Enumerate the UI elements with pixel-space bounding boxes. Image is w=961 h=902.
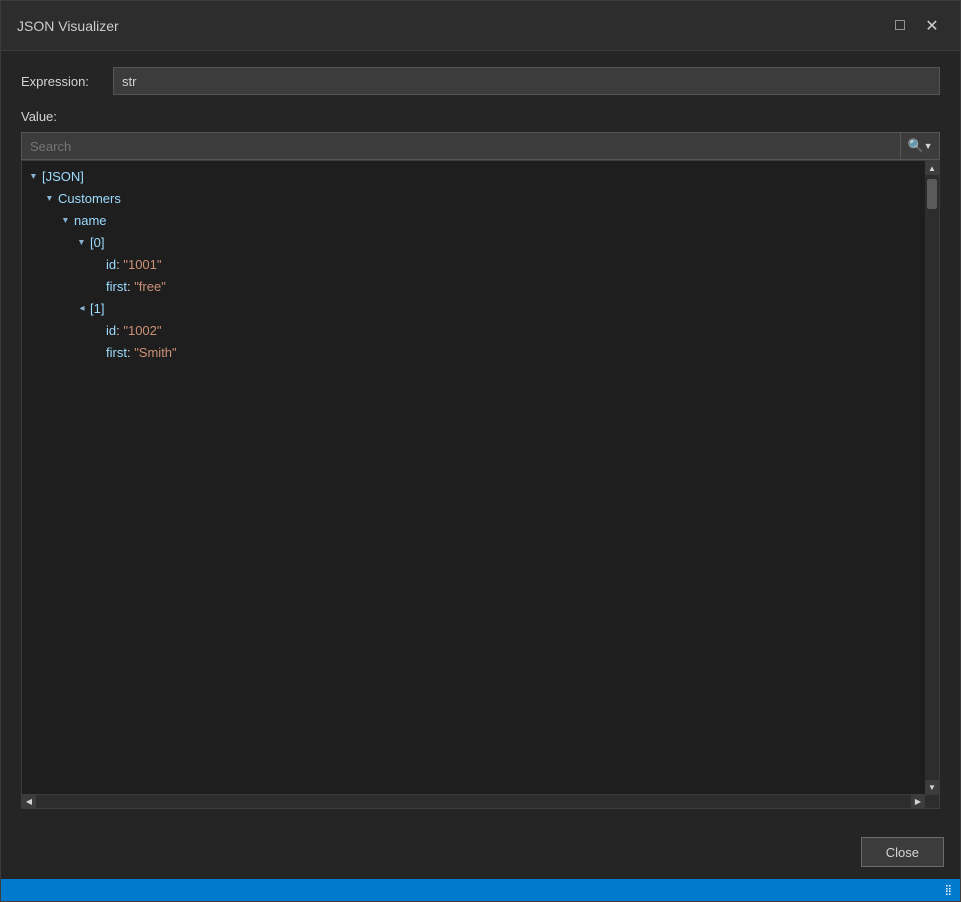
expression-row: Expression: — [21, 67, 940, 95]
tree-colon-first-1: : — [127, 345, 134, 360]
tree-colon-id-0: : — [116, 257, 123, 272]
tree-key-item-0: [0] — [90, 235, 104, 250]
tree-key-item-1: [1] — [90, 301, 104, 316]
content-area: Expression: Value: 🔍 ▼ [JSON] — [1, 51, 960, 825]
tree-node-id-1[interactable]: id : "1002" — [26, 319, 925, 341]
scroll-corner — [925, 795, 939, 809]
tree-node-item-1[interactable]: [1] — [26, 297, 925, 319]
scroll-right-button[interactable]: ▶ — [911, 795, 925, 809]
tree-key-first-1: first — [106, 345, 127, 360]
title-bar: JSON Visualizer □ ✕ — [1, 1, 960, 51]
tree-value-id-1: "1002" — [123, 323, 161, 338]
scroll-track-vertical[interactable] — [925, 175, 939, 780]
tree-key-customers: Customers — [58, 191, 121, 206]
tree-arrow-json-root — [26, 168, 42, 184]
dialog-title: JSON Visualizer — [17, 18, 119, 34]
tree-node-customers[interactable]: Customers — [26, 187, 925, 209]
tree-key-name: name — [74, 213, 107, 228]
search-icon: 🔍 — [907, 138, 923, 154]
tree-node-id-0[interactable]: id : "1001" — [26, 253, 925, 275]
tree-node-first-1[interactable]: first : "Smith" — [26, 341, 925, 363]
tree-container: [JSON] Customers name [ — [21, 160, 940, 809]
horizontal-scrollbar: ◀ ▶ — [22, 794, 939, 808]
scroll-down-button[interactable]: ▼ — [925, 780, 939, 794]
tree-main: [JSON] Customers name [ — [22, 161, 939, 794]
json-visualizer-dialog: JSON Visualizer □ ✕ Expression: Value: 🔍… — [0, 0, 961, 902]
search-input[interactable] — [21, 132, 900, 160]
expression-input[interactable] — [113, 67, 940, 95]
title-bar-controls: □ ✕ — [888, 14, 944, 38]
scroll-thumb-vertical[interactable] — [927, 179, 937, 209]
tree-value-first-0: "free" — [134, 279, 166, 294]
vertical-scrollbar: ▲ ▼ — [925, 161, 939, 794]
search-dropdown-icon: ▼ — [924, 141, 933, 151]
tree-key-id-1: id — [106, 323, 116, 338]
value-label: Value: — [21, 109, 940, 124]
maximize-button[interactable]: □ — [888, 14, 912, 38]
status-bar: ⣿ — [1, 879, 960, 901]
tree-node-json-root[interactable]: [JSON] — [26, 165, 925, 187]
tree-key-json-root: [JSON] — [42, 169, 84, 184]
status-icon: ⣿ — [945, 885, 952, 896]
tree-arrow-customers — [42, 190, 58, 206]
tree-node-first-0[interactable]: first : "free" — [26, 275, 925, 297]
tree-arrow-item-1 — [74, 300, 90, 316]
search-button[interactable]: 🔍 ▼ — [900, 132, 940, 160]
close-button[interactable]: Close — [861, 837, 944, 867]
tree-node-item-0[interactable]: [0] — [26, 231, 925, 253]
tree-value-first-1: "Smith" — [134, 345, 176, 360]
scroll-track-horizontal[interactable] — [36, 795, 911, 809]
tree-key-first-0: first — [106, 279, 127, 294]
tree-colon-first-0: : — [127, 279, 134, 294]
tree-key-id-0: id — [106, 257, 116, 272]
tree-arrow-item-0 — [74, 234, 90, 250]
tree-colon-id-1: : — [116, 323, 123, 338]
expression-label: Expression: — [21, 74, 101, 89]
tree-node-name[interactable]: name — [26, 209, 925, 231]
footer: Close — [1, 825, 960, 879]
tree-arrow-name — [58, 212, 74, 228]
scroll-left-button[interactable]: ◀ — [22, 795, 36, 809]
search-row: 🔍 ▼ — [21, 132, 940, 160]
tree-value-id-0: "1001" — [123, 257, 161, 272]
scroll-up-button[interactable]: ▲ — [925, 161, 939, 175]
tree-content: [JSON] Customers name [ — [22, 161, 925, 794]
close-title-button[interactable]: ✕ — [920, 14, 944, 38]
